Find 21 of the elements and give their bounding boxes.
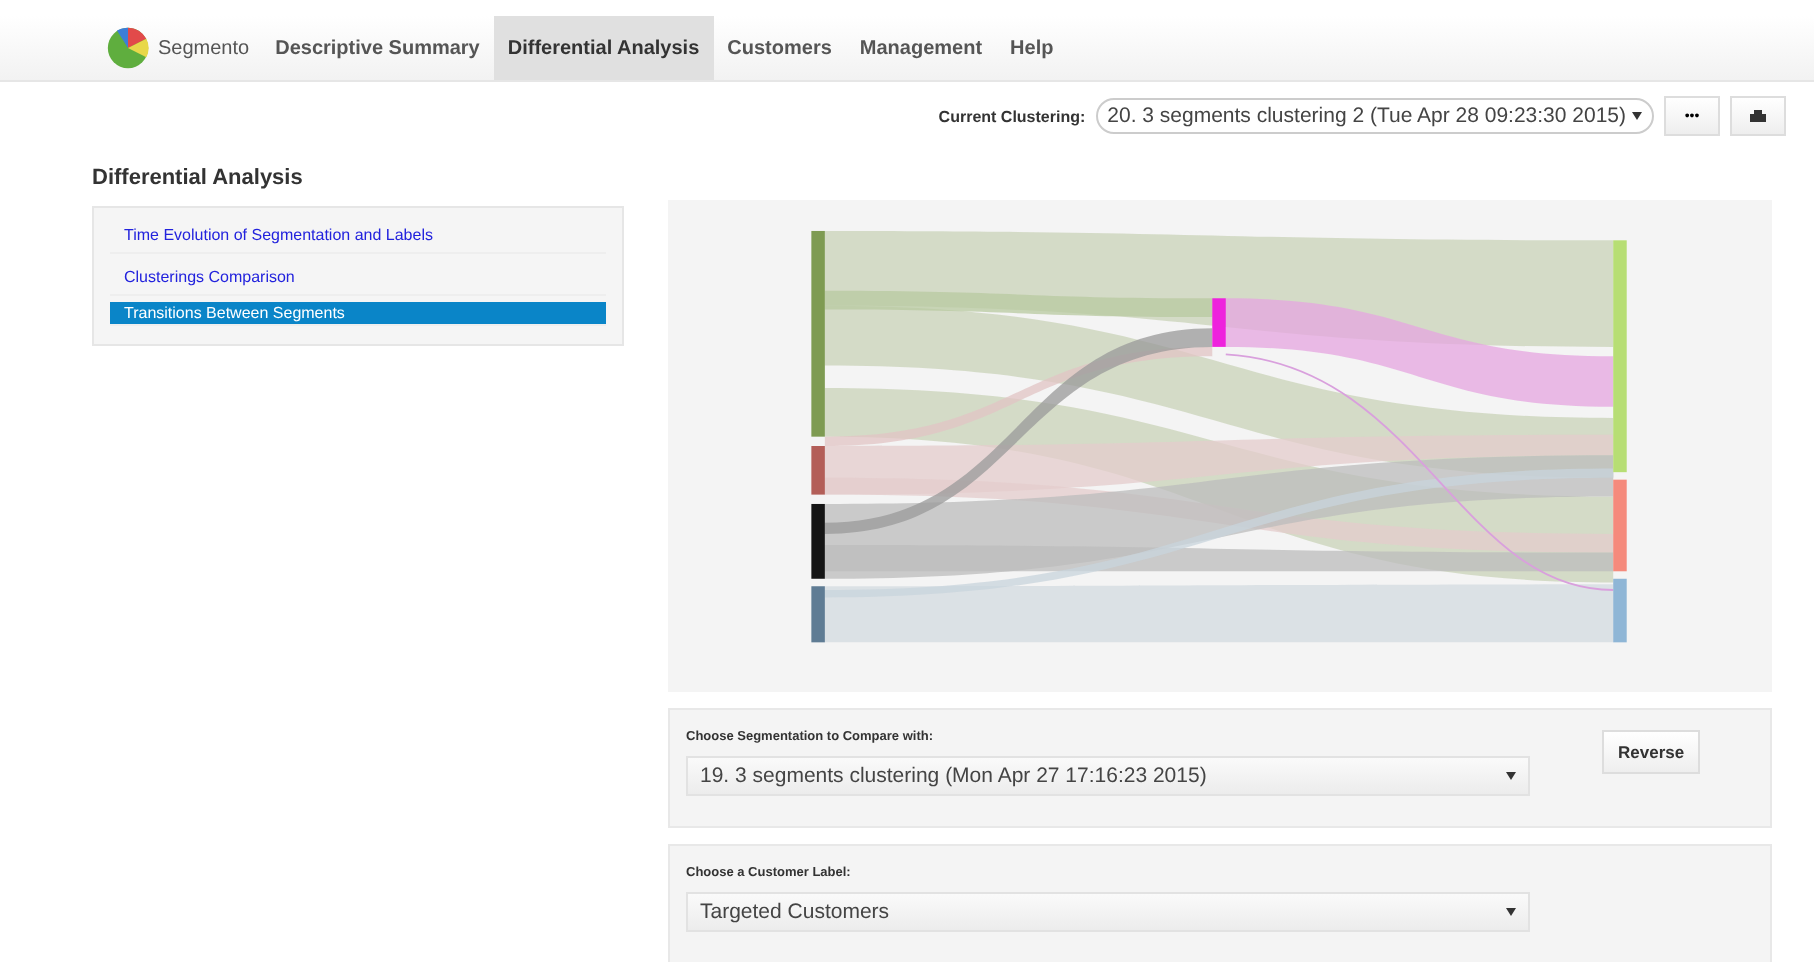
print-button[interactable]: [1730, 96, 1786, 136]
printer-icon: [1750, 110, 1766, 122]
clustering-label: Current Clustering:: [938, 107, 1086, 125]
nav-tab[interactable]: Customers: [713, 16, 846, 80]
customer-label-select[interactable]: Targeted Customers: [686, 892, 1530, 932]
nav-tab[interactable]: Descriptive Summary: [261, 16, 494, 80]
brand-name[interactable]: Segmento: [158, 37, 250, 59]
caret-icon: [1632, 112, 1642, 120]
nav-tab[interactable]: Help: [996, 16, 1068, 80]
caret-icon: [1506, 908, 1516, 916]
section-title: Differential Analysis: [92, 166, 305, 190]
sidebar-item[interactable]: Clusterings Comparison: [110, 260, 606, 296]
caret-icon: [1506, 772, 1516, 780]
nav-tab[interactable]: Differential Analysis: [493, 16, 714, 80]
reverse-button[interactable]: Reverse: [1602, 730, 1701, 774]
pie-chart-icon: [106, 26, 150, 70]
segmentation-select[interactable]: 19. 3 segments clustering (Mon Apr 27 17:16:23 2015): [686, 756, 1530, 796]
sidebar-item[interactable]: Transitions Between Segments: [110, 302, 606, 326]
clustering-select[interactable]: 20. 3 segments clustering 2 (Tue Apr 28 09:23:30 2015): [1095, 98, 1654, 134]
sidebar-item[interactable]: Time Evolution of Segmentation and Labels: [110, 218, 606, 254]
nav-tab[interactable]: Management: [845, 16, 997, 80]
